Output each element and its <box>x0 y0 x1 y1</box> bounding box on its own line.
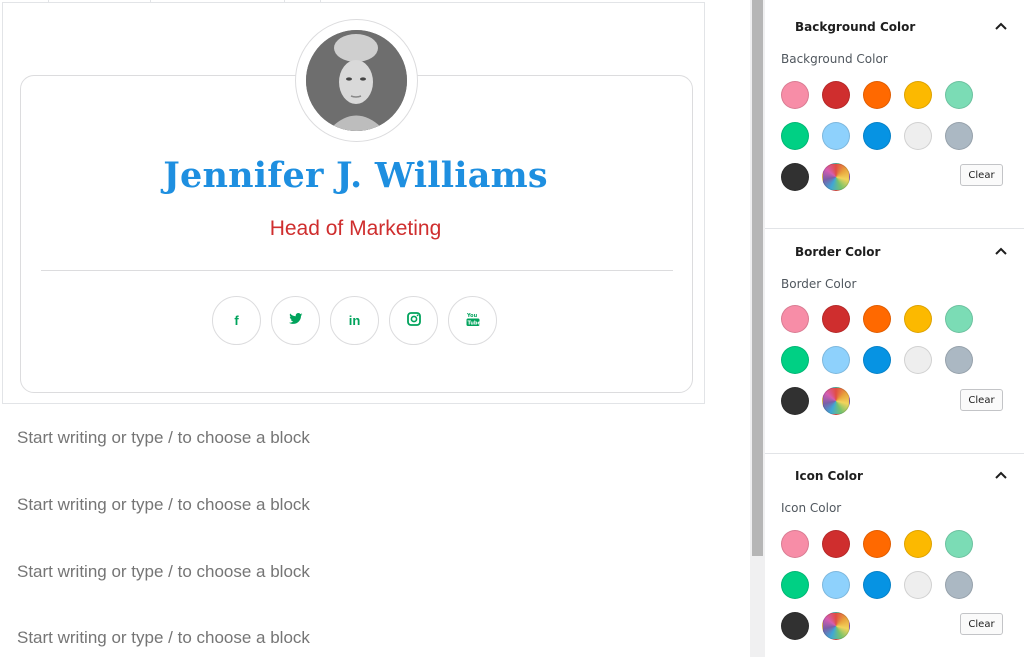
chevron-up-icon[interactable] <box>995 22 1007 30</box>
panel-label: Border Color <box>781 277 857 291</box>
color-swatch[interactable] <box>904 530 932 558</box>
avatar[interactable] <box>306 30 407 131</box>
color-swatch[interactable] <box>822 122 850 150</box>
separator <box>41 270 673 271</box>
instagram-icon <box>406 312 421 329</box>
color-swatch[interactable] <box>781 530 809 558</box>
panel-border-color: Border Color Border Color Clear <box>765 229 1024 454</box>
color-swatch[interactable] <box>781 122 809 150</box>
color-swatch[interactable] <box>863 305 891 333</box>
panel-title[interactable]: Icon Color <box>795 469 863 483</box>
color-swatch[interactable] <box>822 530 850 558</box>
color-swatch[interactable] <box>945 81 973 109</box>
custom-color-picker[interactable] <box>822 387 850 415</box>
scrollbar-thumb[interactable] <box>752 0 763 556</box>
block-placeholder[interactable]: Start writing or type / to choose a bloc… <box>17 562 310 582</box>
panel-icon-color: Icon Color Icon Color Clear <box>765 454 1024 657</box>
color-swatch[interactable] <box>863 122 891 150</box>
color-swatch[interactable] <box>863 571 891 599</box>
member-title[interactable]: Head of Marketing <box>3 217 708 241</box>
color-swatch[interactable] <box>904 305 932 333</box>
block-placeholder[interactable]: Start writing or type / to choose a bloc… <box>17 495 310 515</box>
panel-title[interactable]: Background Color <box>795 20 915 34</box>
block-placeholder[interactable]: Start writing or type / to choose a bloc… <box>17 628 310 648</box>
custom-color-picker[interactable] <box>822 612 850 640</box>
panel-label: Background Color <box>781 52 888 66</box>
color-swatch[interactable] <box>863 530 891 558</box>
color-swatch[interactable] <box>781 387 809 415</box>
facebook-icon: f <box>234 313 239 328</box>
youtube-icon: You Tube <box>466 311 482 330</box>
color-swatch[interactable] <box>904 122 932 150</box>
linkedin-icon: in <box>348 313 361 328</box>
color-swatch[interactable] <box>863 81 891 109</box>
svg-text:Tube: Tube <box>467 321 480 327</box>
color-swatch[interactable] <box>781 612 809 640</box>
color-swatch[interactable] <box>781 81 809 109</box>
color-swatch[interactable] <box>781 346 809 374</box>
color-swatch[interactable] <box>822 571 850 599</box>
facebook-link[interactable]: f <box>212 296 261 345</box>
instagram-link[interactable] <box>389 296 438 345</box>
team-member-block[interactable]: Jennifer J. Williams Head of Marketing f… <box>2 2 705 404</box>
color-swatch[interactable] <box>945 346 973 374</box>
block-placeholder[interactable]: Start writing or type / to choose a bloc… <box>17 428 310 448</box>
clear-button[interactable]: Clear <box>960 389 1003 411</box>
chevron-up-icon[interactable] <box>995 247 1007 255</box>
color-swatch[interactable] <box>822 305 850 333</box>
color-swatch[interactable] <box>781 571 809 599</box>
clear-button[interactable]: Clear <box>960 613 1003 635</box>
color-swatch[interactable] <box>822 81 850 109</box>
color-swatch[interactable] <box>904 571 932 599</box>
color-swatch[interactable] <box>904 346 932 374</box>
editor-canvas[interactable]: Jennifer J. Williams Head of Marketing f… <box>0 0 750 657</box>
twitter-link[interactable] <box>271 296 320 345</box>
color-swatch[interactable] <box>904 81 932 109</box>
panel-background-color: Background Color Background Color Clear <box>765 0 1024 229</box>
color-swatch[interactable] <box>945 530 973 558</box>
member-name[interactable]: Jennifer J. Williams <box>3 155 708 196</box>
twitter-icon <box>288 313 303 328</box>
custom-color-picker[interactable] <box>822 163 850 191</box>
color-swatch[interactable] <box>945 305 973 333</box>
color-swatch[interactable] <box>822 346 850 374</box>
panel-label: Icon Color <box>781 501 842 515</box>
color-swatch[interactable] <box>781 305 809 333</box>
chevron-up-icon[interactable] <box>995 471 1007 479</box>
color-swatch[interactable] <box>945 571 973 599</box>
panel-title[interactable]: Border Color <box>795 245 880 259</box>
settings-sidebar: Background Color Background Color Clear … <box>765 0 1024 657</box>
color-swatch[interactable] <box>781 163 809 191</box>
youtube-link[interactable]: You Tube <box>448 296 497 345</box>
color-swatch[interactable] <box>863 346 891 374</box>
color-swatch[interactable] <box>945 122 973 150</box>
clear-button[interactable]: Clear <box>960 164 1003 186</box>
svg-text:You: You <box>466 313 478 319</box>
linkedin-link[interactable]: in <box>330 296 379 345</box>
